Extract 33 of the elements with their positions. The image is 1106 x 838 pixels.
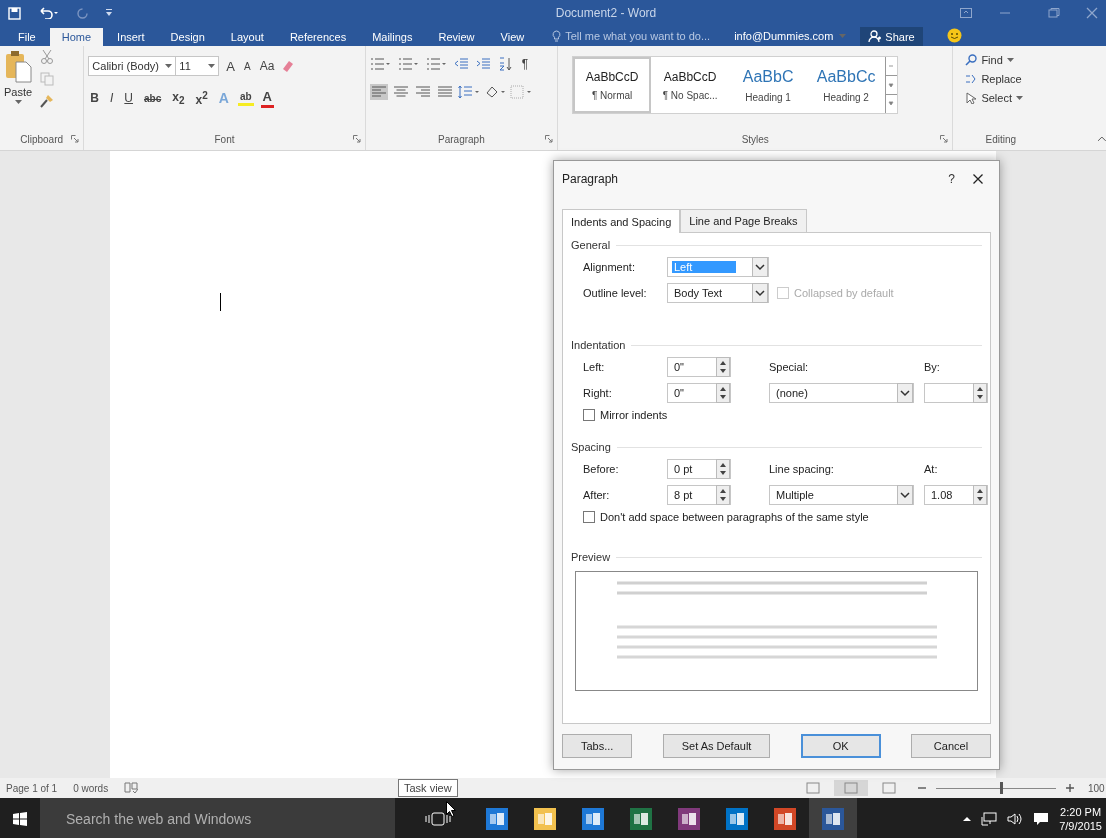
field-label: At: (924, 463, 939, 475)
section-heading: General (571, 239, 611, 251)
style-name: Heading 2 (823, 91, 869, 103)
checkbox-label: Collapsed by default (794, 287, 894, 299)
group-label: Editing (985, 133, 1017, 145)
field-label: Before: (583, 463, 620, 475)
section-heading: Indentation (571, 339, 626, 351)
field-label: After: (583, 489, 611, 501)
group-label: Clipboard (20, 133, 64, 145)
style-preview: AaBbC (742, 67, 794, 86)
group-label: Paragraph (438, 133, 485, 145)
group-label: Styles (741, 133, 769, 145)
style-name: Heading 1 (745, 91, 791, 103)
section-heading: Spacing (571, 441, 611, 453)
style-name: ¶ Normal (591, 89, 633, 101)
field-label: Line spacing: (769, 463, 835, 475)
tooltip: Task view (398, 779, 458, 797)
checkbox-label: Mirror indents (600, 409, 668, 421)
field-label: Left: (583, 361, 606, 373)
window-title: Document2 - Word (554, 6, 658, 20)
section-heading: Preview (571, 551, 611, 563)
checkbox-label: Don't add space between paragraphs of the same style (600, 511, 869, 523)
style-name: ¶ No Spac... (662, 89, 718, 101)
style-preview: AaBbCcD (585, 69, 639, 84)
field-label: Alignment: (583, 261, 636, 273)
style-preview: AaBbCcD (663, 69, 717, 84)
field-label: By: (924, 361, 941, 373)
field-label: Right: (583, 387, 613, 399)
dialog-title: Paragraph (562, 172, 620, 186)
field-label: Special: (769, 361, 810, 373)
group-label: Font (214, 133, 235, 145)
style-preview: AaBbCc (816, 67, 876, 86)
field-label: Outline level: (583, 287, 648, 299)
